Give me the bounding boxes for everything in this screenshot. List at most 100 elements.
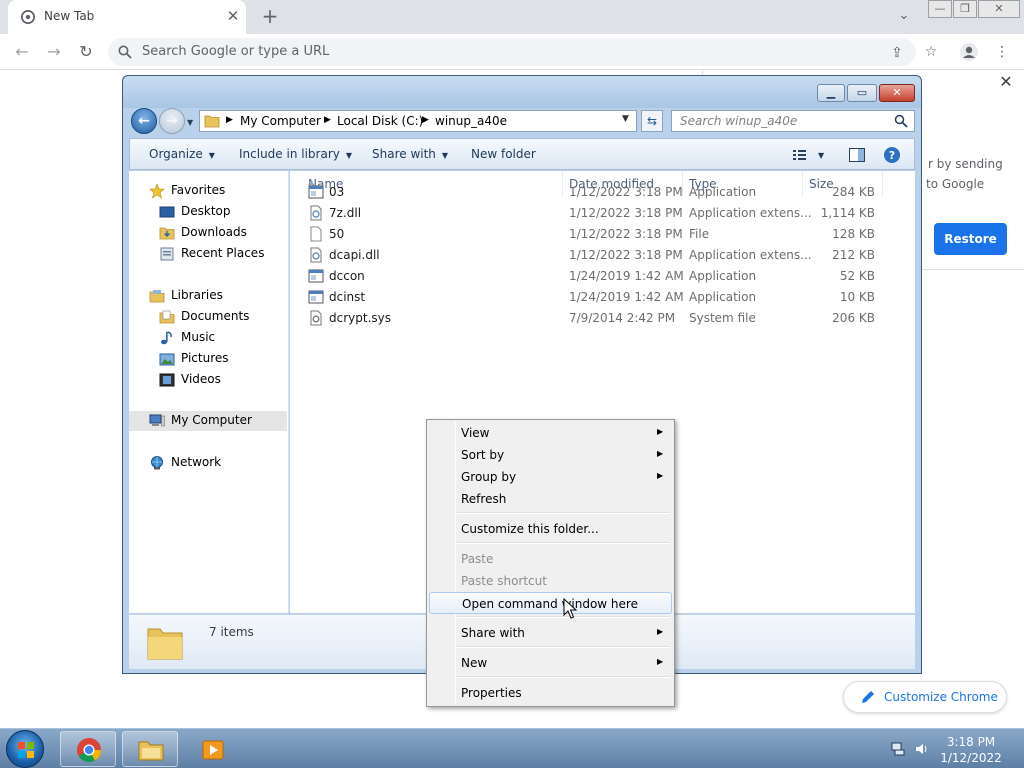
file-size: 212 KB (832, 248, 875, 262)
explorer-close-button[interactable]: ✕ (879, 84, 915, 102)
breadcrumb-separator-icon[interactable]: ▶ (226, 115, 233, 125)
nav-recent-places-label: Recent Places (181, 246, 265, 260)
organize-button[interactable]: Organize ▼ (149, 147, 215, 161)
restore-button[interactable]: Restore (934, 223, 1007, 255)
menu-item-refresh[interactable]: Refresh (429, 488, 672, 510)
nav-desktop-label: Desktop (181, 204, 231, 218)
table-row[interactable]: 03 1/12/2022 3:18 PM Application 284 KB (290, 182, 890, 203)
file-name: dcrypt.sys (329, 311, 391, 325)
profile-avatar-icon[interactable] (958, 41, 980, 63)
table-row[interactable]: 50 1/12/2022 3:18 PM File 128 KB (290, 224, 890, 245)
back-arrow-icon[interactable]: ← (10, 40, 34, 64)
new-tab-button[interactable]: + (258, 5, 282, 29)
menu-item-sort-by[interactable]: Sort by ▶ (429, 444, 672, 466)
nav-documents[interactable]: Documents (159, 307, 289, 327)
nav-desktop[interactable]: Desktop (159, 202, 289, 222)
nav-downloads[interactable]: Downloads (159, 223, 289, 243)
menu-item-label: Customize this folder... (461, 522, 599, 536)
nav-libraries[interactable]: Libraries (149, 286, 289, 306)
reload-icon[interactable]: ↻ (74, 40, 98, 64)
start-button[interactable] (6, 730, 44, 768)
system-clock[interactable]: 3:18 PM 1/12/2022 (930, 734, 1012, 766)
view-options-icon[interactable] (792, 146, 810, 164)
refresh-button[interactable]: ⇆ (641, 110, 663, 132)
include-in-library-button[interactable]: Include in library ▼ (239, 147, 352, 161)
tab-close-icon[interactable]: ✕ (224, 6, 242, 26)
taskbar-media-player-button[interactable] (184, 731, 240, 767)
chrome-close-button[interactable]: ✕ (978, 0, 1020, 18)
table-row[interactable]: dcrypt.sys 7/9/2014 2:42 PM System file 206… (290, 308, 890, 329)
network-tray-icon[interactable] (890, 741, 906, 757)
taskbar: 3:18 PM 1/12/2022 (0, 728, 1024, 768)
menu-item-customize-this-folder[interactable]: Customize this folder... (429, 518, 672, 540)
customize-chrome-button[interactable]: Customize Chrome (843, 681, 1007, 713)
nav-videos[interactable]: Videos (159, 370, 289, 390)
breadcrumb-local-disk[interactable]: Local Disk (C:) (337, 114, 423, 128)
share-icon[interactable]: ⇪ (888, 44, 906, 62)
file-size: 52 KB (839, 269, 875, 283)
menu-item-open-command-window-here[interactable]: Open command window here (429, 592, 672, 614)
table-row[interactable]: dcapi.dll 1/12/2022 3:18 PM Application ex… (290, 245, 890, 266)
breadcrumb-separator-icon[interactable]: ▶ (422, 115, 429, 125)
recent-pages-chevron-icon[interactable]: ▼ (187, 118, 197, 128)
explorer-minimize-button[interactable]: ▁ (817, 84, 845, 102)
table-row[interactable]: 7z.dll 1/12/2022 3:18 PM Application exten… (290, 203, 890, 224)
new-folder-button[interactable]: New folder (471, 147, 536, 161)
menu-item-view[interactable]: View ▶ (429, 422, 672, 444)
help-icon[interactable]: ? (883, 146, 901, 164)
file-name: dcapi.dll (329, 248, 380, 262)
menu-item-share-with[interactable]: Share with ▶ (429, 622, 672, 644)
chrome-minimize-button[interactable]: — (928, 0, 952, 18)
bookmark-star-icon[interactable]: ☆ (920, 41, 942, 63)
share-with-button[interactable]: Share with ▼ (372, 147, 448, 161)
recent-places-icon (160, 247, 174, 261)
file-size: 128 KB (832, 227, 875, 241)
breadcrumb-separator-icon[interactable]: ▶ (324, 115, 331, 125)
view-options-chevron-icon[interactable]: ▼ (818, 147, 824, 161)
explorer-forward-button[interactable]: → (159, 108, 185, 134)
chrome-menu-icon[interactable]: ⋮ (991, 41, 1013, 63)
taskbar-explorer-button[interactable] (122, 731, 178, 767)
menu-item-paste-shortcut: Paste shortcut (429, 570, 672, 592)
breadcrumb-current-folder[interactable]: winup_a40e (435, 114, 507, 128)
nav-network[interactable]: Network (149, 453, 289, 473)
nav-favorites[interactable]: Favorites (149, 181, 289, 201)
menu-item-properties[interactable]: Properties (429, 682, 672, 704)
tab-new-tab[interactable]: New Tab ✕ (8, 0, 246, 34)
table-row[interactable]: dcinst 1/24/2019 1:42 AM Application 10 KB (290, 287, 890, 308)
file-size: 284 KB (832, 185, 875, 199)
explorer-maximize-button[interactable]: ▭ (847, 84, 877, 102)
explorer-titlebar[interactable]: ▁ ▭ ✕ (123, 76, 921, 108)
address-bar[interactable]: ▶ My Computer ▶ Local Disk (C:) ▶ winup_… (199, 110, 637, 132)
forward-arrow-icon[interactable]: → (42, 40, 66, 64)
chevron-down-icon: ▼ (345, 151, 353, 160)
dll-icon (310, 205, 322, 221)
menu-item-new[interactable]: New ▶ (429, 652, 672, 674)
breadcrumb-my-computer[interactable]: My Computer (240, 114, 321, 128)
chrome-restore-button[interactable]: ❐ (953, 0, 977, 18)
nav-music[interactable]: Music (159, 328, 289, 348)
system-file-icon (310, 310, 322, 326)
promo-text-line2: to Google (926, 177, 985, 191)
search-placeholder: Search winup_a40e (680, 114, 798, 128)
nav-downloads-label: Downloads (181, 225, 247, 239)
file-type: Application (689, 290, 757, 304)
nav-pictures[interactable]: Pictures (159, 349, 289, 369)
explorer-back-button[interactable]: ← (131, 108, 157, 134)
file-date-modified: 7/9/2014 2:42 PM (569, 311, 676, 325)
preview-pane-icon[interactable] (848, 146, 866, 164)
omnibox[interactable]: Search Google or type a URL ⇪ (108, 38, 916, 66)
network-icon (151, 456, 163, 470)
folder-search-input[interactable]: Search winup_a40e (671, 110, 915, 132)
address-history-chevron-icon[interactable]: ▼ (622, 114, 629, 124)
menu-item-group-by[interactable]: Group by ▶ (429, 466, 672, 488)
taskbar-chrome-button[interactable] (60, 731, 116, 767)
tab-search-chevron-icon[interactable]: ⌄ (894, 8, 914, 26)
panel-close-icon[interactable]: ✕ (996, 72, 1016, 92)
volume-icon[interactable] (914, 741, 930, 757)
nav-my-computer[interactable]: My Computer (129, 411, 287, 431)
folder-icon (147, 628, 183, 660)
nav-recent-places[interactable]: Recent Places (159, 244, 289, 264)
table-row[interactable]: dccon 1/24/2019 1:42 AM Application 52 KB (290, 266, 890, 287)
file-name: dcinst (329, 290, 366, 304)
